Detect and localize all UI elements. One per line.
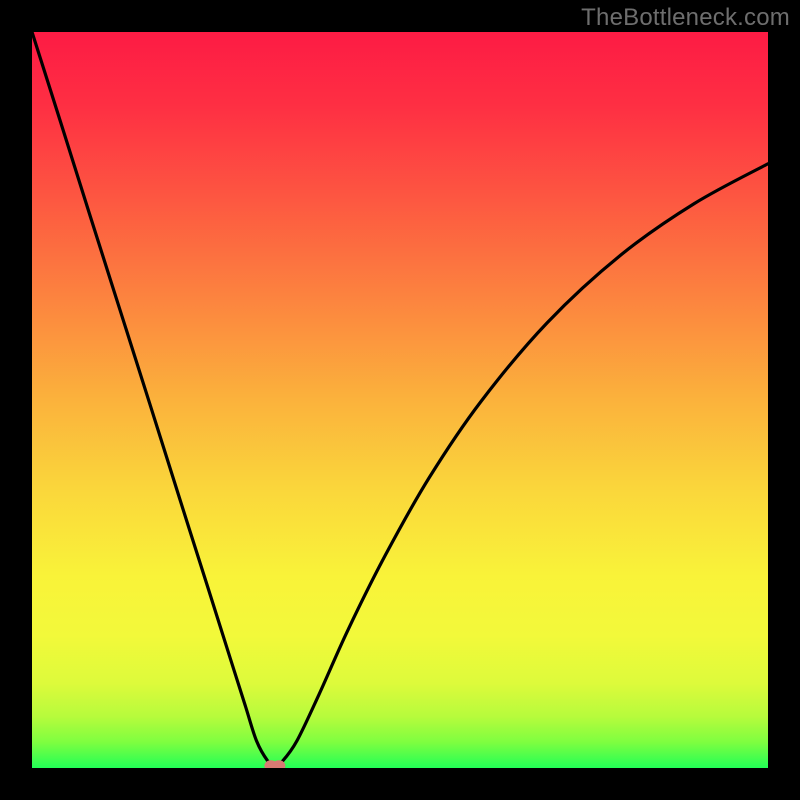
watermark-text: TheBottleneck.com <box>581 4 790 32</box>
chart-background <box>32 32 768 768</box>
bottleneck-chart <box>32 32 768 768</box>
chart-frame: TheBottleneck.com <box>0 0 800 800</box>
